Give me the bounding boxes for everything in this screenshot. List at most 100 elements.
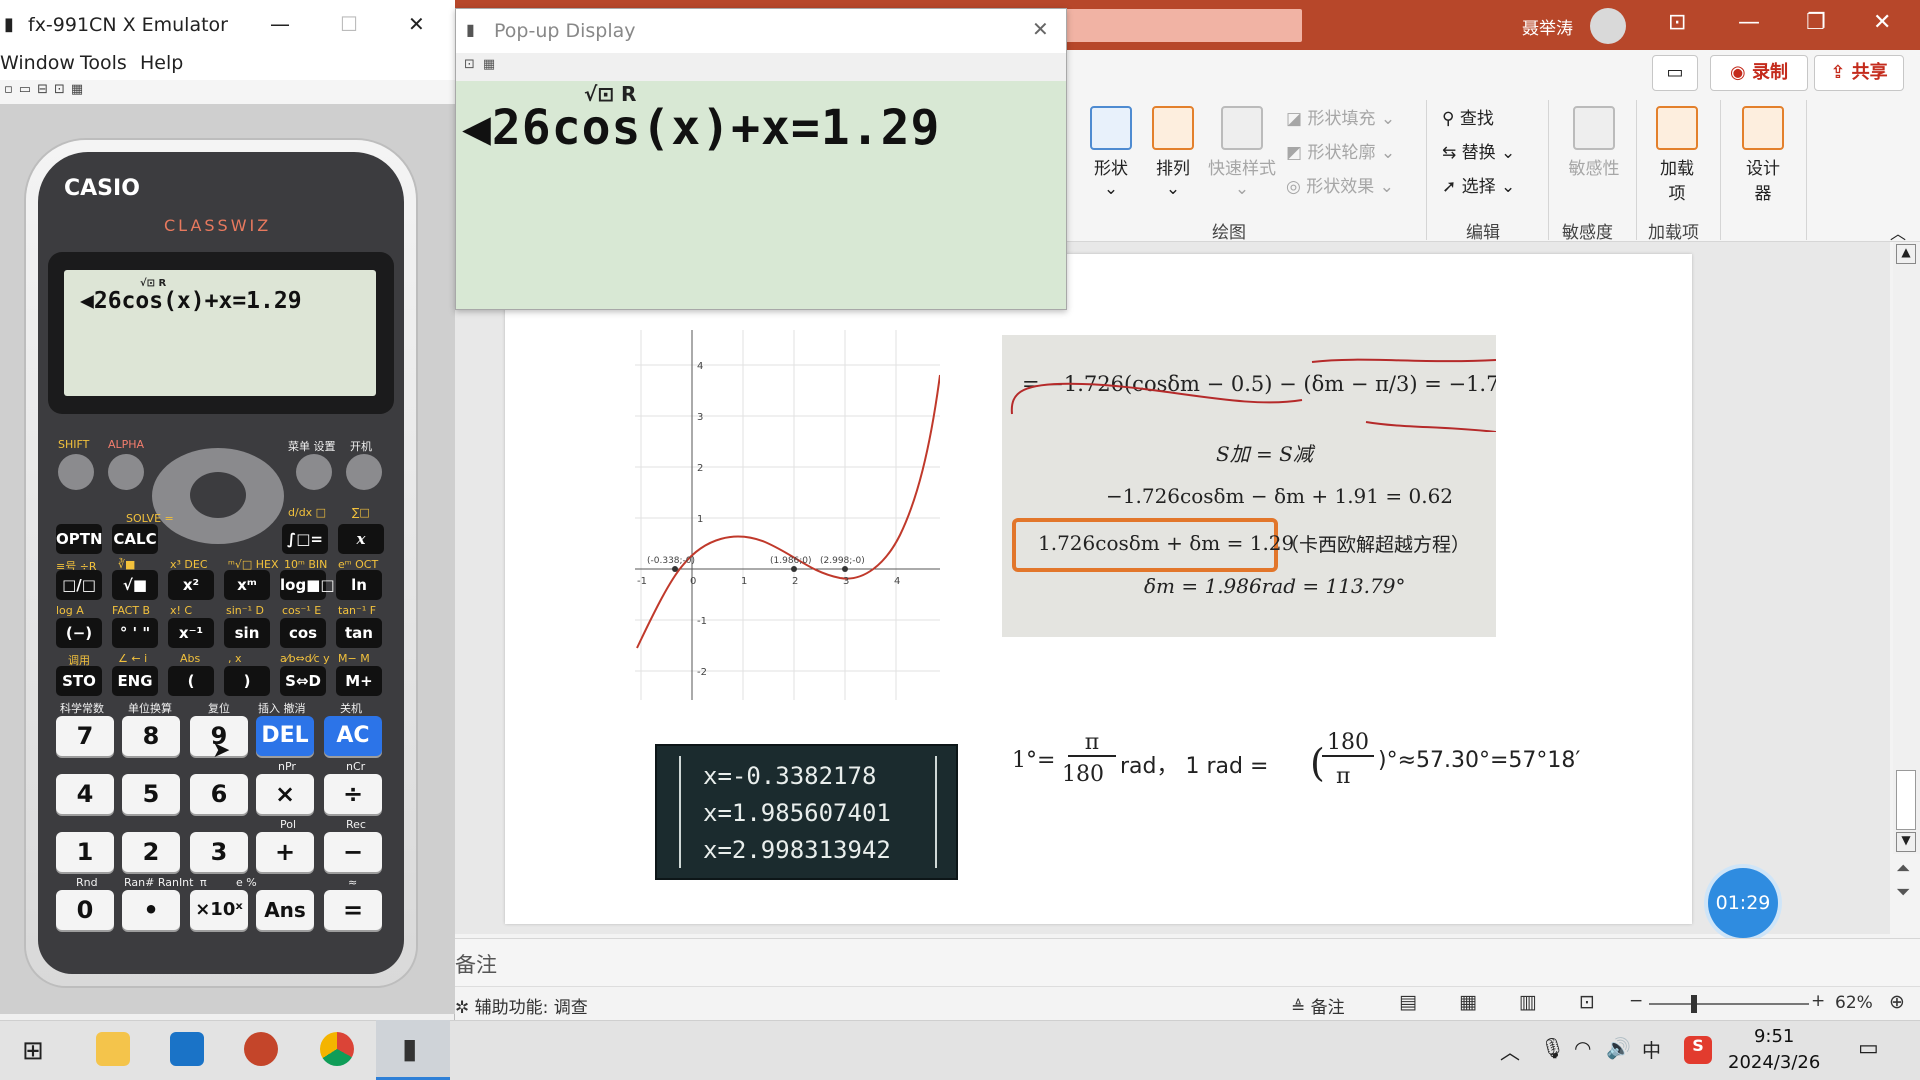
wifi-icon[interactable]: ◠	[1574, 1036, 1591, 1060]
scroll-down-icon[interactable]: ▼	[1896, 832, 1916, 852]
notes-button[interactable]: ≜ 备注	[1291, 993, 1345, 1018]
reading-view-icon[interactable]: ▥	[1519, 991, 1537, 1013]
optn-key[interactable]: OPTN	[56, 524, 103, 554]
sd-key[interactable]: S⇔D	[280, 666, 326, 696]
volume-icon[interactable]: 🔊	[1606, 1036, 1631, 1060]
calc-key[interactable]: CALC	[112, 524, 158, 554]
plus-key[interactable]: +	[256, 832, 314, 872]
sqrt-key[interactable]: √■	[112, 570, 158, 600]
shape-effect-button[interactable]: ◎ 形状效果 ⌄	[1286, 172, 1394, 197]
close-paren-key[interactable]: )	[224, 666, 270, 696]
toolbar-icons[interactable]: ▫▭⊟⊡▦	[4, 82, 89, 97]
ln-key[interactable]: ln	[336, 570, 382, 600]
chevron-up-icon[interactable]: ︿	[1500, 1036, 1520, 1065]
ribbon-display-icon[interactable]: ⊡	[1668, 10, 1686, 35]
windows-start-icon[interactable]: ⊞	[22, 1036, 44, 1066]
minimize-icon[interactable]: —	[1738, 10, 1760, 35]
quickstyle-button[interactable]: 快速样式 ⌄	[1204, 106, 1280, 199]
del-key[interactable]: DEL	[256, 716, 314, 756]
key-6[interactable]: 6	[190, 774, 248, 814]
key-1[interactable]: 1	[56, 832, 114, 872]
emulator-taskbar-icon[interactable]: ▮	[402, 1032, 417, 1065]
prev-slide-icon[interactable]: ⏶	[1896, 858, 1910, 879]
slideshow-icon[interactable]: ⊡	[1579, 991, 1595, 1013]
ans-key[interactable]: Ans	[256, 890, 314, 930]
close-icon[interactable]: ✕	[1873, 10, 1891, 35]
close-icon[interactable]: ✕	[1032, 17, 1049, 41]
minimize-icon[interactable]: —	[270, 12, 290, 36]
negative-key[interactable]: (−)	[56, 618, 102, 648]
record-button[interactable]: ◉ 录制	[1710, 55, 1808, 91]
open-paren-key[interactable]: (	[168, 666, 214, 696]
integral-key[interactable]: ∫□=	[282, 524, 328, 554]
replace-button[interactable]: ⇆ 替换 ⌄	[1442, 138, 1515, 163]
accessibility-status[interactable]: ✲ 辅助功能: 调查	[455, 993, 588, 1018]
sto-key[interactable]: STO	[56, 666, 102, 696]
x-key[interactable]: x	[338, 524, 384, 554]
tan-key[interactable]: tan	[336, 618, 382, 648]
zoom-slider[interactable]	[1649, 1003, 1809, 1005]
sensitivity-button[interactable]: 敏感性	[1566, 106, 1622, 179]
reciprocal-key[interactable]: x⁻¹	[168, 618, 214, 648]
power-key[interactable]: xᵐ	[224, 570, 270, 600]
find-button[interactable]: ⚲ 查找	[1442, 104, 1494, 129]
eng-key[interactable]: ENG	[112, 666, 158, 696]
popup-tool-icons[interactable]: ⊡▦	[464, 57, 503, 72]
select-button[interactable]: ➚ 选择 ⌄	[1442, 172, 1515, 197]
multiply-key[interactable]: ×	[256, 774, 314, 814]
key-2[interactable]: 2	[122, 832, 180, 872]
designer-button[interactable]: 设计器	[1738, 106, 1788, 204]
outlook-icon[interactable]	[170, 1032, 204, 1066]
log-key[interactable]: log■□	[280, 570, 335, 600]
sin-key[interactable]: sin	[224, 618, 270, 648]
shape-outline-button[interactable]: ◩ 形状轮廓 ⌄	[1286, 138, 1395, 163]
microphone-icon[interactable]: 🎙	[1540, 1036, 1565, 1060]
maximize-icon[interactable]: ☐	[340, 12, 358, 36]
decimal-key[interactable]: •	[122, 890, 180, 930]
powerpoint-icon[interactable]	[244, 1032, 278, 1066]
key-7[interactable]: 7	[56, 716, 114, 756]
menu-help[interactable]: Help	[140, 52, 183, 74]
alpha-button[interactable]	[108, 454, 144, 490]
divide-key[interactable]: ÷	[324, 774, 382, 814]
zoom-thumb[interactable]	[1691, 995, 1697, 1013]
share-button[interactable]: ⇪ 共享	[1814, 55, 1904, 91]
file-explorer-icon[interactable]	[96, 1032, 130, 1066]
next-slide-icon[interactable]: ⏷	[1896, 882, 1910, 903]
square-key[interactable]: x²	[168, 570, 214, 600]
notification-icon[interactable]: ▭	[1858, 1036, 1879, 1061]
degree-key[interactable]: ° ' "	[112, 618, 158, 648]
ppt-search-box[interactable]	[1040, 9, 1302, 42]
menu-window[interactable]: Window	[0, 52, 75, 74]
key-8[interactable]: 8	[122, 716, 180, 756]
minus-key[interactable]: −	[324, 832, 382, 872]
ac-key[interactable]: AC	[324, 716, 382, 756]
vertical-scrollbar[interactable]: ▲ ▼	[1893, 242, 1920, 854]
key-4[interactable]: 4	[56, 774, 114, 814]
notes-pane[interactable]: 备注	[455, 938, 1920, 986]
comment-button[interactable]: ▭	[1652, 55, 1698, 91]
arrange-button[interactable]: 排列 ⌄	[1148, 106, 1198, 199]
key-0[interactable]: 0	[56, 890, 114, 930]
addins-button[interactable]: 加载项	[1652, 106, 1702, 204]
scroll-up-icon[interactable]: ▲	[1896, 244, 1916, 264]
menu-tools[interactable]: Tools	[80, 52, 127, 74]
fit-slide-icon[interactable]: ⊕	[1889, 991, 1905, 1013]
timer-bubble[interactable]: 01:29	[1708, 868, 1778, 938]
menu-button[interactable]	[296, 454, 332, 490]
key-3[interactable]: 3	[190, 832, 248, 872]
clock[interactable]: 9:51 2024/3/26	[1728, 1024, 1820, 1076]
cos-key[interactable]: cos	[280, 618, 326, 648]
avatar[interactable]	[1590, 8, 1626, 44]
zoom-level[interactable]: 62%	[1835, 993, 1873, 1013]
exp10-key[interactable]: ×10ˣ	[190, 890, 248, 930]
zoom-out-icon[interactable]: −	[1629, 991, 1643, 1011]
sogou-icon[interactable]: S	[1684, 1036, 1712, 1064]
zoom-in-icon[interactable]: +	[1811, 991, 1825, 1011]
scroll-thumb[interactable]	[1896, 770, 1916, 830]
sorter-view-icon[interactable]: ▦	[1459, 991, 1477, 1013]
chrome-icon[interactable]	[320, 1032, 354, 1066]
mplus-key[interactable]: M+	[336, 666, 382, 696]
close-icon[interactable]: ✕	[408, 12, 425, 36]
on-button[interactable]	[346, 454, 382, 490]
